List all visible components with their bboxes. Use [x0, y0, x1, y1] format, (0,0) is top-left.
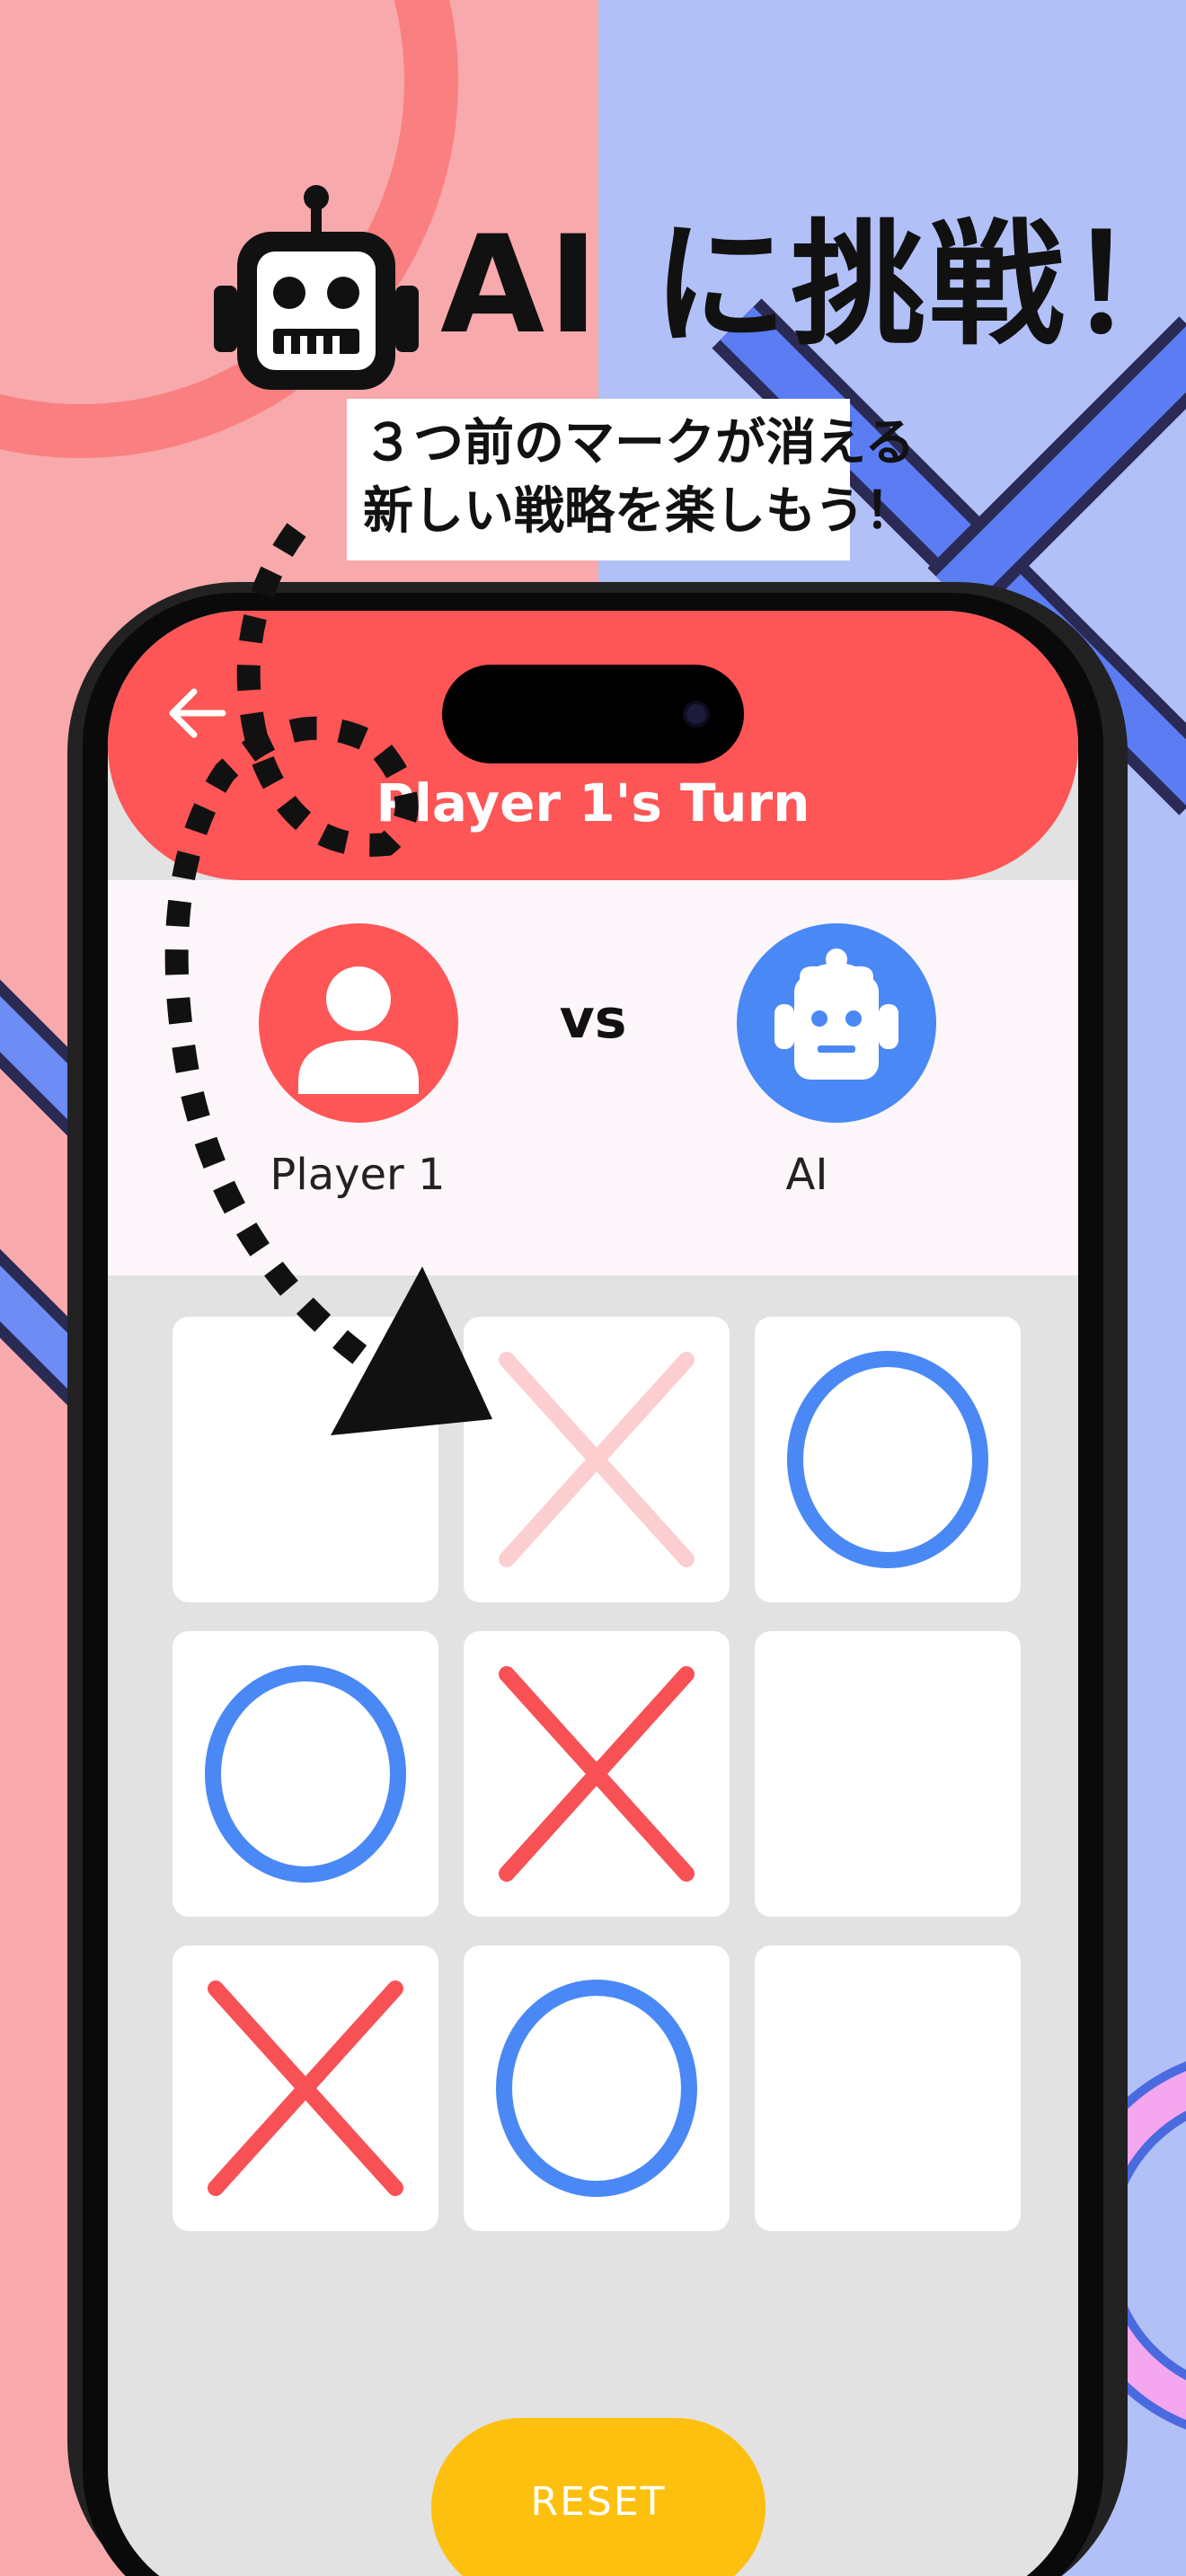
board-cell[interactable] — [755, 1317, 1021, 1602]
board-cell[interactable] — [755, 1631, 1021, 1917]
robot-icon — [214, 185, 419, 390]
x-mark — [208, 1981, 403, 2196]
game-board — [173, 1317, 1021, 2242]
board-cell[interactable] — [464, 1317, 730, 1602]
robot-icon — [774, 948, 898, 1080]
board-cell[interactable] — [755, 1945, 1021, 2231]
promo-caption: ３つ前のマークが消える 新しい戦略を楽しもう！ — [347, 399, 916, 560]
dynamic-island — [442, 665, 744, 763]
x-mark-faded — [499, 1352, 695, 1567]
camera-icon — [683, 701, 710, 728]
app-header: Player 1's Turn — [108, 611, 1078, 880]
reset-label: RESET — [530, 2479, 667, 2525]
vs-label: vs — [559, 988, 627, 1051]
caption-line-1: ３つ前のマークが消える — [363, 414, 916, 472]
o-mark — [496, 1980, 697, 2197]
o-mark — [205, 1665, 406, 1883]
turn-title: Player 1's Turn — [376, 772, 810, 834]
arrow-left-icon[interactable] — [164, 681, 228, 745]
reset-button[interactable]: RESET — [431, 2418, 766, 2576]
board-cell[interactable] — [173, 1631, 438, 1917]
person-icon — [298, 966, 419, 1094]
app-screen: Player 1's Turn vs Player 1 AI RESET — [108, 611, 1078, 2576]
board-cell[interactable] — [173, 1945, 438, 2231]
promo-title: AI に挑戦！ — [440, 207, 1186, 364]
x-mark — [499, 1666, 695, 1882]
avatar-player1 — [259, 923, 458, 1123]
players-panel: vs Player 1 AI — [108, 880, 1078, 1275]
avatar-ai — [737, 923, 936, 1123]
ai-name: AI — [785, 1150, 828, 1200]
board-cell[interactable] — [173, 1317, 438, 1602]
board-cell[interactable] — [464, 1631, 730, 1917]
caption-line-2: 新しい戦略を楽しもう！ — [363, 482, 916, 541]
board-cell[interactable] — [464, 1945, 730, 2231]
player1-name: Player 1 — [270, 1150, 446, 1200]
o-mark — [787, 1351, 988, 1568]
